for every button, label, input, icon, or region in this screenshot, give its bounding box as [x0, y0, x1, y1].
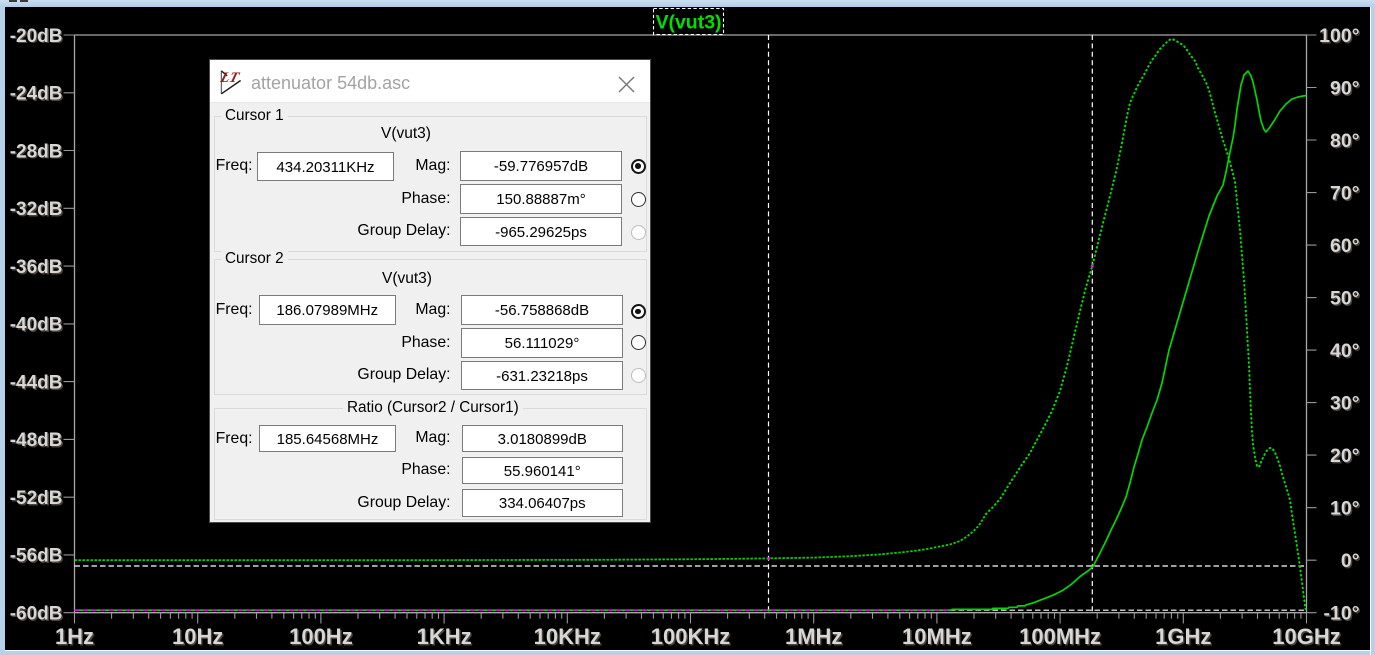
- svg-text:60°: 60°: [1330, 235, 1360, 257]
- svg-text:10Hz: 10Hz: [172, 624, 223, 649]
- svg-text:50°: 50°: [1330, 288, 1360, 310]
- svg-text:90°: 90°: [1330, 78, 1360, 100]
- svg-text:-52dB: -52dB: [10, 488, 63, 509]
- svg-text:0°: 0°: [1341, 550, 1360, 572]
- svg-text:-44dB: -44dB: [10, 372, 63, 393]
- svg-text:100KHz: 100KHz: [651, 624, 730, 649]
- svg-text:-36dB: -36dB: [10, 257, 63, 278]
- svg-text:-60dB: -60dB: [10, 604, 63, 625]
- svg-text:-32dB: -32dB: [10, 199, 63, 220]
- svg-text:30°: 30°: [1330, 393, 1360, 415]
- svg-text:40°: 40°: [1330, 340, 1360, 362]
- svg-text:100°: 100°: [1319, 25, 1359, 47]
- svg-text:-24dB: -24dB: [10, 84, 63, 105]
- svg-text:1GHz: 1GHz: [1155, 624, 1211, 649]
- svg-text:-10°: -10°: [1324, 603, 1360, 625]
- svg-text:1KHz: 1KHz: [417, 624, 472, 649]
- svg-text:-20dB: -20dB: [10, 26, 63, 47]
- svg-text:100Hz: 100Hz: [289, 624, 353, 649]
- svg-text:V(vut3): V(vut3): [655, 12, 721, 34]
- svg-text:10KHz: 10KHz: [534, 624, 601, 649]
- svg-text:10MHz: 10MHz: [902, 624, 972, 649]
- svg-text:70°: 70°: [1330, 183, 1360, 205]
- svg-text:LT: LT: [220, 70, 242, 86]
- svg-text:20°: 20°: [1330, 445, 1360, 467]
- svg-text:10°: 10°: [1330, 498, 1360, 520]
- svg-text:80°: 80°: [1330, 130, 1360, 152]
- svg-text:1Hz: 1Hz: [55, 624, 94, 649]
- svg-text:-56dB: -56dB: [10, 546, 63, 567]
- svg-text:10GHz: 10GHz: [1272, 624, 1340, 649]
- svg-text:100MHz: 100MHz: [1019, 624, 1101, 649]
- svg-text:1MHz: 1MHz: [785, 624, 842, 649]
